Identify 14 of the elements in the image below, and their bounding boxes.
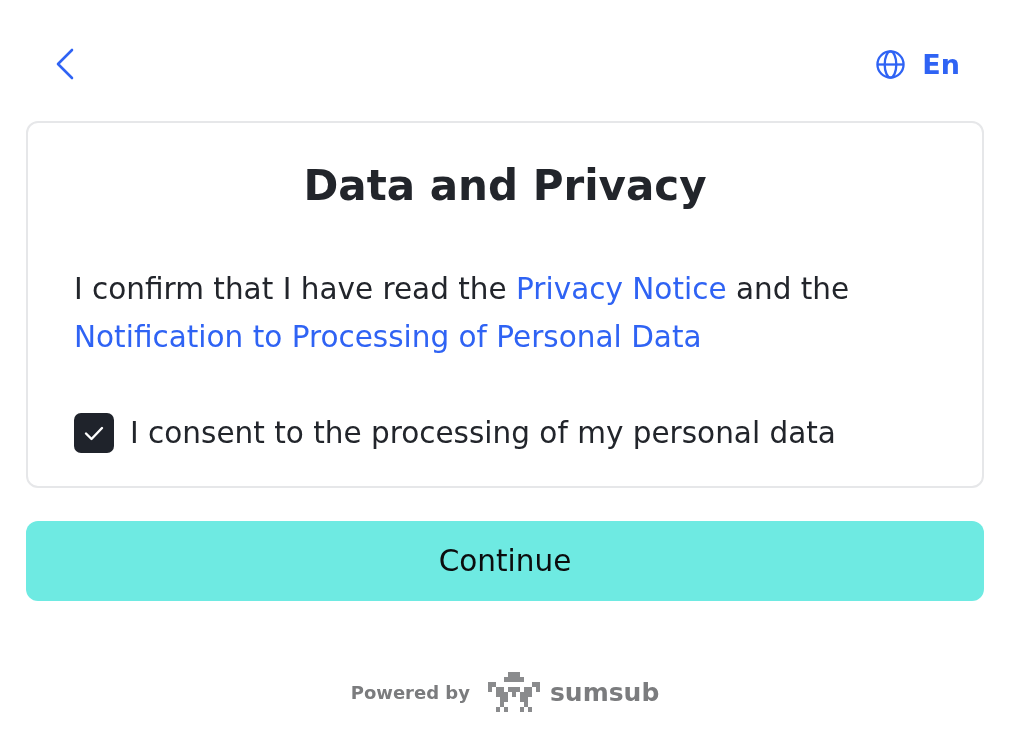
document-link[interactable]: Notification to Processing of Personal Data bbox=[74, 320, 702, 354]
back-button[interactable] bbox=[56, 48, 74, 80]
pixel-robot-logo-icon bbox=[487, 672, 540, 712]
chevron-left-icon bbox=[56, 48, 74, 80]
checkbox[interactable] bbox=[74, 413, 114, 453]
consent-statement: I confirm that I have read the Privacy Notice and the Notification to Processing of Personal Data bbox=[74, 271, 851, 356]
document-link[interactable]: Privacy Notice bbox=[516, 272, 727, 306]
continue-button[interactable]: Continue bbox=[26, 521, 984, 601]
consent-label: I consent to the processing of my personal data bbox=[130, 415, 836, 452]
card-title: Data and Privacy bbox=[302, 160, 708, 212]
language-selector[interactable]: En bbox=[876, 49, 960, 79]
powered-by-text: Powered by bbox=[350, 680, 470, 705]
globe-icon bbox=[876, 49, 906, 79]
brand-name: sumsub bbox=[549, 679, 660, 705]
